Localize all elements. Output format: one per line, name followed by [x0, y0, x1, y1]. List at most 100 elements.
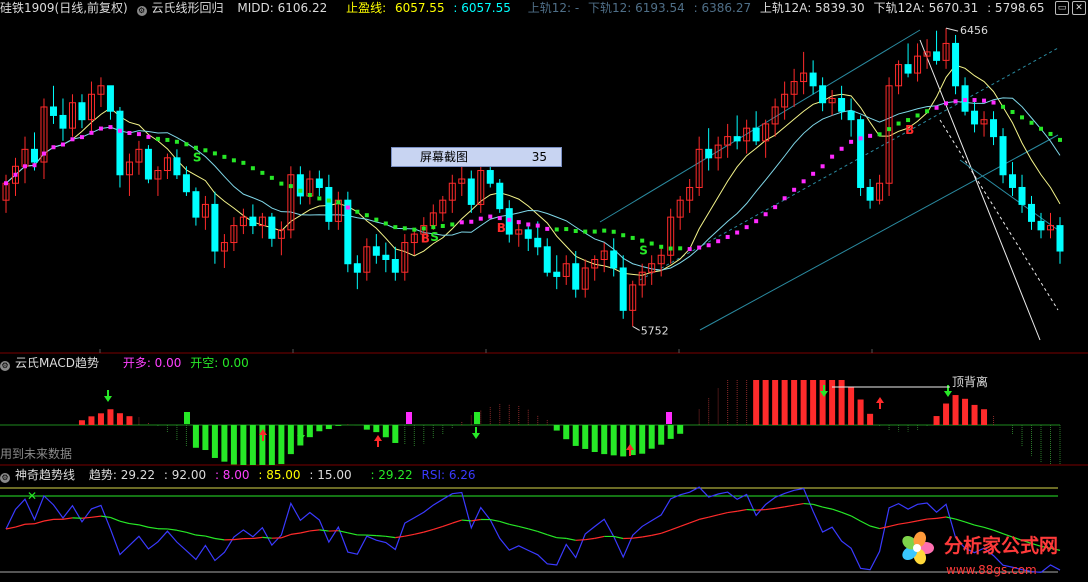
- candle-body: [182, 174, 190, 193]
- v5798-label: : 5798.65: [987, 1, 1045, 15]
- trend-curve-seg: [888, 523, 899, 528]
- trend-curve-seg: [499, 520, 510, 525]
- trend-dot: [1001, 104, 1006, 109]
- buy-arrow-icon: [876, 397, 884, 409]
- trend-value: 趋势: 29.22: [88, 468, 156, 482]
- signal-label: B: [497, 221, 506, 235]
- trend-curve-seg: [794, 502, 804, 506]
- trend-dot: [592, 229, 597, 234]
- candle-body: [211, 203, 219, 252]
- indicator-name[interactable]: 云氏线形回归: [152, 1, 224, 15]
- macd-bar-down: [658, 425, 665, 445]
- candle-body: [78, 102, 86, 121]
- candle-body: [173, 157, 181, 176]
- trend-curve-seg: [765, 507, 776, 511]
- trend-dot: [925, 109, 930, 114]
- trend-dot: [402, 226, 407, 231]
- trend-curve-seg: [699, 516, 709, 520]
- trend-dot: [488, 214, 493, 219]
- trend-curve-seg: [214, 537, 225, 541]
- macd-bar-down: [192, 425, 199, 448]
- trend-dot: [127, 131, 132, 135]
- macd-bar-up: [107, 409, 114, 425]
- trend-curve-seg: [812, 503, 823, 508]
- trend-dot: [203, 148, 208, 153]
- macd-title[interactable]: 云氏MACD趋势: [15, 356, 99, 370]
- trend-curve-seg: [974, 524, 985, 528]
- trend-curve-seg: [528, 528, 538, 533]
- trend-curve-seg: [404, 533, 415, 537]
- symbol-title[interactable]: 硅铁1909(日线,前复权): [0, 1, 128, 15]
- trend-dot: [241, 160, 246, 165]
- macd-bar-green-marker: [474, 412, 480, 424]
- trend-v1: : 92.00: [163, 468, 207, 482]
- trend-dot: [260, 170, 265, 175]
- trend-curve-seg: [547, 534, 557, 539]
- candle-body: [610, 250, 618, 269]
- trend-dot: [412, 227, 417, 232]
- trend-dot: [108, 125, 113, 130]
- macd-bar-up: [97, 413, 104, 425]
- trend-dot: [431, 225, 436, 230]
- candle-body: [30, 148, 38, 163]
- upper12a-label: 上轨12A: 5839.30: [759, 1, 865, 15]
- candle-body: [249, 216, 257, 227]
- trend-dot: [858, 136, 863, 141]
- trend-dot: [545, 226, 550, 231]
- trend-curve-seg: [233, 538, 244, 541]
- trend-curve-seg: [841, 511, 852, 517]
- trend-curve-seg: [471, 518, 481, 522]
- trend-curve-seg: [262, 536, 272, 539]
- trend-dot: [336, 200, 341, 205]
- trend-dot: [117, 128, 122, 133]
- trend-curve-seg: [642, 534, 652, 538]
- trend-curve-seg: [34, 520, 45, 525]
- trend-dot: [317, 196, 322, 201]
- trend-curve-seg: [727, 510, 738, 514]
- signal-label: S: [430, 230, 439, 244]
- close-icon[interactable]: ✕: [1072, 1, 1086, 15]
- trend-dot: [193, 145, 198, 150]
- main-price-chart[interactable]: SB SBSB64565752 ✕ 分析家公式网www.88gs.com: [0, 0, 1088, 582]
- macd-bar-down: [572, 425, 579, 446]
- trend-curve-seg: [509, 523, 519, 528]
- settings-icon[interactable]: ⚙: [0, 473, 10, 483]
- trend-dot: [820, 164, 825, 169]
- trend-curve-seg: [252, 536, 263, 540]
- settings-icon[interactable]: ⚙: [0, 361, 10, 371]
- trend-dot: [1020, 115, 1025, 120]
- trend-dot: [801, 179, 806, 184]
- candle-body: [543, 246, 551, 273]
- macd-bar-down: [316, 425, 323, 432]
- macd-bar-down: [221, 425, 228, 462]
- high-mark-label: 6456: [960, 24, 988, 37]
- candle-body: [933, 51, 941, 61]
- trend-curve-seg: [927, 517, 937, 520]
- candle-body: [619, 267, 627, 311]
- trend-dot: [326, 198, 331, 203]
- macd-bar-up: [772, 380, 779, 425]
- trend-dot: [32, 163, 37, 168]
- v6386-label: : 6386.27: [693, 1, 752, 15]
- trend-curve-seg: [964, 521, 975, 526]
- trend-curve-seg: [679, 522, 690, 527]
- candle-body: [49, 106, 57, 116]
- trend-dot: [516, 220, 521, 225]
- macd-header: ⚙ 云氏MACD趋势 开多: 0.00 开空: 0.00: [0, 355, 254, 372]
- channel-down-mid: [939, 119, 1059, 311]
- trend-title[interactable]: 神奇趋势线: [15, 468, 75, 482]
- settings-icon[interactable]: ⚙: [136, 6, 147, 16]
- macd-bar-up: [126, 416, 133, 425]
- channel-down-lower: [959, 159, 1059, 231]
- candle-body: [904, 64, 912, 74]
- macd-bar-up: [781, 380, 788, 425]
- macd-bar-down: [648, 425, 655, 449]
- minimize-icon[interactable]: ▭: [1055, 1, 1069, 15]
- candle-body: [344, 199, 352, 265]
- trend-curve-seg: [81, 516, 92, 519]
- trend-v3: : 85.00: [258, 468, 301, 482]
- trend-curve-seg: [803, 502, 814, 505]
- trend-dot: [70, 137, 75, 142]
- macd-bar-down: [582, 425, 589, 449]
- midd-value: MIDD: 6106.22: [237, 1, 328, 15]
